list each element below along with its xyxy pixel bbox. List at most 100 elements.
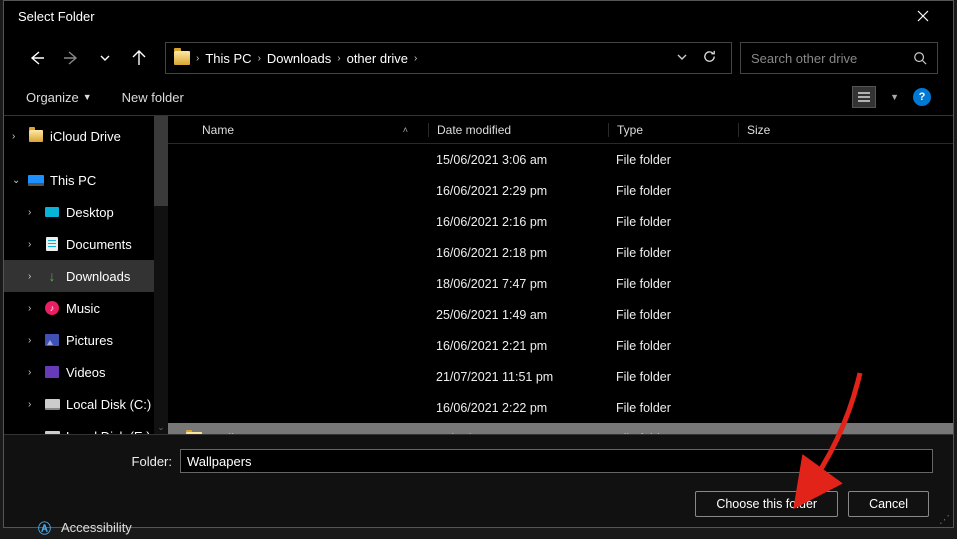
close-icon: [917, 10, 929, 22]
disk-icon: [44, 396, 60, 412]
chevron-icon: ›: [28, 303, 38, 314]
tree-item-label: Downloads: [66, 269, 130, 284]
file-type: File folder: [608, 370, 738, 384]
scroll-down-icon[interactable]: ⌄: [154, 420, 168, 434]
tree-item-label: Local Disk (E:): [66, 429, 151, 435]
close-button[interactable]: [903, 1, 943, 31]
doc-icon: [44, 236, 60, 252]
chevron-icon: ›: [28, 399, 38, 410]
column-name[interactable]: Name˄: [168, 123, 428, 137]
chevron-right-icon: ›: [414, 53, 417, 64]
tree-item-label: iCloud Drive: [50, 129, 121, 144]
breadcrumb[interactable]: › This PC › Downloads › other drive ›: [165, 42, 732, 74]
folder-label: Folder:: [24, 454, 172, 469]
tree-item-label: Pictures: [66, 333, 113, 348]
tree-item-downloads[interactable]: › ↓ Downloads: [4, 260, 168, 292]
file-row[interactable]: 15/06/2021 3:06 amFile folder: [168, 144, 953, 175]
file-row[interactable]: 16/06/2021 2:16 pmFile folder: [168, 206, 953, 237]
column-type[interactable]: Type: [608, 123, 738, 137]
list-view-icon: [857, 91, 871, 103]
tree-item-desktop[interactable]: › Desktop: [4, 196, 168, 228]
file-row[interactable]: 16/06/2021 2:22 pmFile folder: [168, 392, 953, 423]
pc-icon: [28, 172, 44, 188]
file-row[interactable]: 21/07/2021 11:51 pmFile folder: [168, 361, 953, 392]
search-input[interactable]: Search other drive: [740, 42, 938, 74]
file-row[interactable]: 18/06/2021 7:47 pmFile folder: [168, 268, 953, 299]
organize-menu[interactable]: Organize▼: [26, 90, 92, 105]
breadcrumb-dropdown[interactable]: [676, 51, 688, 66]
nav-bar: › This PC › Downloads › other drive › Se…: [19, 41, 938, 75]
tree-item-this-pc[interactable]: ⌄This PC: [4, 164, 168, 196]
recent-button[interactable]: [97, 50, 113, 66]
chevron-icon: ›: [12, 131, 22, 142]
chevron-icon: ›: [28, 367, 38, 378]
file-row[interactable]: Wallpapers22/07/2021 1:35 amFile folder: [168, 423, 953, 434]
file-type: File folder: [608, 308, 738, 322]
breadcrumb-item[interactable]: This PC: [205, 51, 251, 66]
folder-icon: [174, 51, 190, 65]
refresh-button[interactable]: [702, 49, 717, 67]
tree-item-label: Local Disk (C:): [66, 397, 151, 412]
chevron-down-icon: [99, 52, 111, 64]
file-type: File folder: [608, 184, 738, 198]
folder-name-input[interactable]: [180, 449, 933, 473]
file-date: 21/07/2021 11:51 pm: [428, 370, 608, 384]
video-icon: [44, 364, 60, 380]
nav-buttons: [19, 50, 157, 66]
chevron-icon: ›: [28, 239, 38, 250]
tree-item-icloud-drive[interactable]: › iCloud Drive: [4, 120, 168, 152]
tree-item-local-disk-c-[interactable]: › Local Disk (C:): [4, 388, 168, 420]
cancel-button[interactable]: Cancel: [848, 491, 929, 517]
pic-icon: [44, 332, 60, 348]
dialog-footer: Folder: Choose this folder Cancel: [4, 434, 953, 527]
tree-item-label: Desktop: [66, 205, 114, 220]
sidebar-scrollbar[interactable]: ⌄: [154, 116, 168, 434]
tree-item-videos[interactable]: ›Videos: [4, 356, 168, 388]
chevron-icon: ›: [28, 431, 38, 435]
chevron-right-icon: ›: [258, 53, 261, 64]
tree-item-local-disk-e-[interactable]: › Local Disk (E:): [4, 420, 168, 434]
column-date[interactable]: Date modified: [428, 123, 608, 137]
file-date: 25/06/2021 1:49 am: [428, 308, 608, 322]
arrow-right-icon: [63, 50, 79, 66]
triangle-down-icon[interactable]: ▼: [890, 92, 899, 102]
breadcrumb-item[interactable]: Downloads: [267, 51, 331, 66]
file-type: File folder: [608, 153, 738, 167]
forward-button[interactable]: [63, 50, 79, 66]
chevron-icon: ›: [28, 207, 38, 218]
view-options-button[interactable]: [852, 86, 876, 108]
chevron-icon: ›: [28, 335, 38, 346]
arrow-left-icon: [29, 50, 45, 66]
accessibility-strip: Ⓐ Accessibility: [38, 518, 132, 537]
desktop-icon: [44, 204, 60, 220]
file-row[interactable]: 16/06/2021 2:18 pmFile folder: [168, 237, 953, 268]
file-date: 16/06/2021 2:22 pm: [428, 401, 608, 415]
up-button[interactable]: [131, 50, 147, 66]
column-headers: Name˄ Date modified Type Size: [168, 116, 953, 144]
file-row[interactable]: 25/06/2021 1:49 amFile folder: [168, 299, 953, 330]
resize-grip[interactable]: ⋰: [939, 513, 951, 525]
help-button[interactable]: ?: [913, 88, 931, 106]
breadcrumb-item[interactable]: other drive: [347, 51, 408, 66]
file-type: File folder: [608, 277, 738, 291]
navigation-tree: ›iCloud Drive⌄This PC›Desktop›Documents›…: [4, 116, 168, 434]
choose-folder-button[interactable]: Choose this folder: [695, 491, 838, 517]
chevron-icon: ›: [28, 271, 38, 282]
tree-item-pictures[interactable]: › Pictures: [4, 324, 168, 356]
column-size[interactable]: Size: [738, 123, 838, 137]
search-placeholder: Search other drive: [751, 51, 857, 66]
dl-icon: ↓: [44, 268, 60, 284]
file-type: File folder: [608, 401, 738, 415]
file-date: 18/06/2021 7:47 pm: [428, 277, 608, 291]
tree-item-music[interactable]: ›♪Music: [4, 292, 168, 324]
tree-item-documents[interactable]: ›Documents: [4, 228, 168, 260]
window-title: Select Folder: [14, 9, 903, 24]
file-row[interactable]: 16/06/2021 2:21 pmFile folder: [168, 330, 953, 361]
new-folder-button[interactable]: New folder: [122, 90, 184, 105]
back-button[interactable]: [29, 50, 45, 66]
file-date: 16/06/2021 2:18 pm: [428, 246, 608, 260]
scrollbar-thumb[interactable]: [154, 116, 168, 206]
folder-icon: [186, 432, 202, 434]
file-row[interactable]: 16/06/2021 2:29 pmFile folder: [168, 175, 953, 206]
file-type: File folder: [608, 215, 738, 229]
